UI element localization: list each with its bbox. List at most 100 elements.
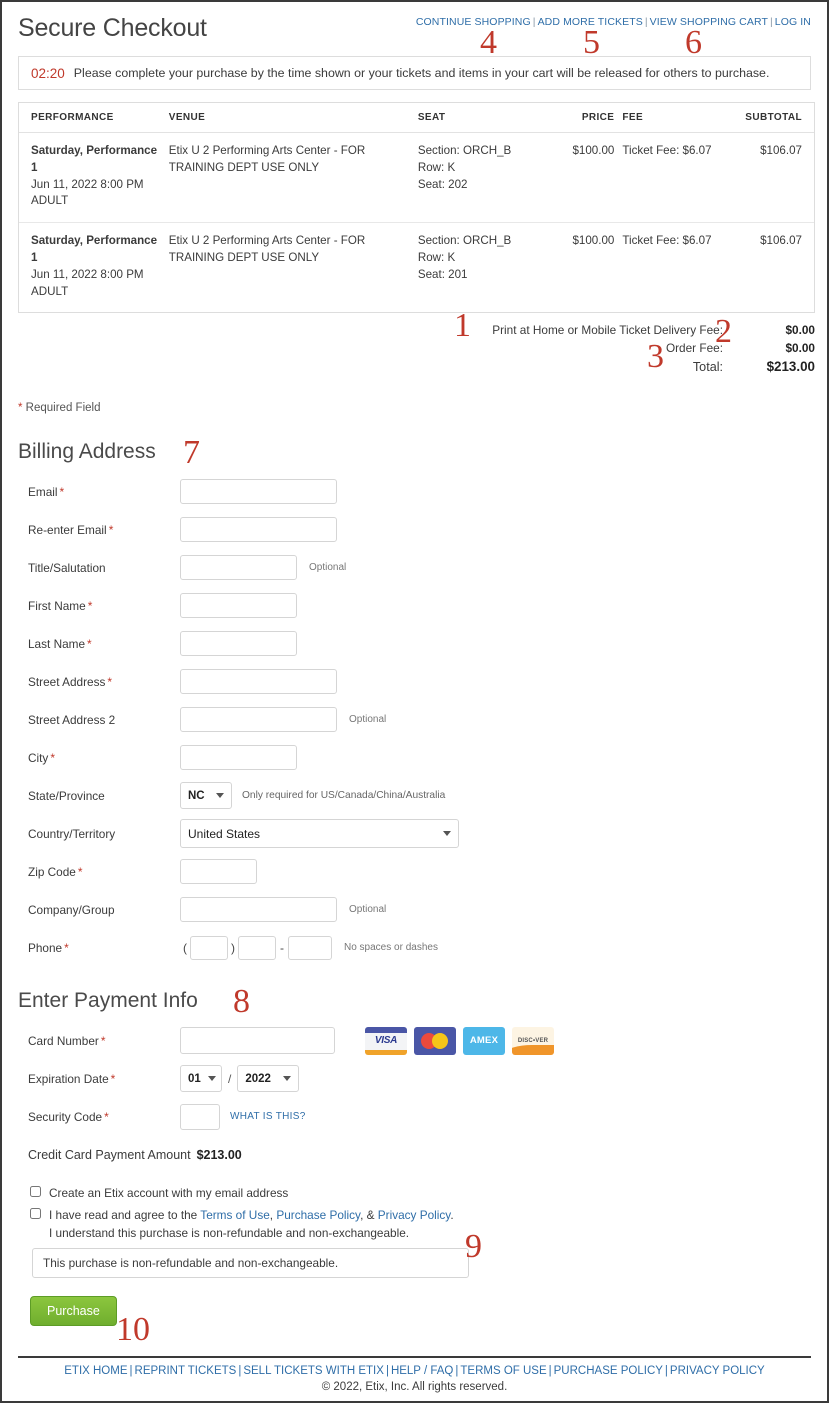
email-field[interactable] <box>180 479 337 505</box>
sell-tickets-link[interactable]: SELL TICKETS WITH ETIX <box>243 1365 384 1377</box>
card-number-field[interactable] <box>180 1027 335 1055</box>
discover-icon: DISC•VER <box>512 1026 554 1055</box>
cell-performance: Saturday, Performance 1 Jun 11, 2022 8:0… <box>19 132 169 224</box>
add-more-tickets-link[interactable]: ADD MORE TICKETS <box>538 16 643 28</box>
terms-prefix: I have read and agree to the <box>49 1207 201 1222</box>
cell-subtotal: $106.07 <box>732 132 814 224</box>
last-name-field[interactable] <box>180 631 297 657</box>
log-in-link[interactable]: LOG IN <box>775 16 811 28</box>
accepted-card-logos: VISA AMEX DISC•VER <box>365 1026 554 1055</box>
email-label: Email * <box>28 484 65 499</box>
terms-agreement-checkbox[interactable] <box>30 1207 41 1219</box>
mastercard-icon <box>414 1026 456 1055</box>
expiration-month-select[interactable]: 01 <box>180 1065 222 1093</box>
purchase-policy-link[interactable]: Purchase Policy <box>276 1208 360 1222</box>
continue-shopping-link[interactable]: CONTINUE SHOPPING <box>416 16 531 28</box>
nonrefundable-notice-box: This purchase is non-refundable and non-… <box>32 1248 469 1279</box>
street-address-2-field[interactable] <box>180 707 337 733</box>
chevron-down-icon <box>443 831 451 837</box>
field-row-first-name: First Name * <box>18 590 811 621</box>
ticket-summary-table: PERFORMANCE VENUE SEAT PRICE FEE SUBTOTA… <box>18 102 815 314</box>
checkout-timer-bar: 02:20 Please complete your purchase by t… <box>18 56 811 90</box>
required-asterisk: * <box>77 864 83 879</box>
header-nav-links: CONTINUE SHOPPING | ADD MORE TICKETS | VIEW … <box>416 16 811 28</box>
country-select[interactable]: United States <box>180 819 459 849</box>
expiration-separator: / <box>228 1071 232 1086</box>
delivery-fee-row: Print at Home or Mobile Ticket Delivery … <box>18 323 815 337</box>
privacy-policy-footer-link[interactable]: PRIVACY POLICY <box>670 1365 765 1377</box>
purchase-button[interactable]: Purchase <box>30 1296 117 1327</box>
privacy-policy-link[interactable]: Privacy Policy <box>378 1208 451 1222</box>
company-group-field[interactable] <box>180 897 337 923</box>
column-header-price: PRICE <box>547 103 623 133</box>
first-name-field[interactable] <box>180 593 297 619</box>
cell-price: $100.00 <box>547 132 623 224</box>
performance-date: Jun 11, 2022 8:00 PM <box>31 177 144 191</box>
annotation-number-10: 10 <box>116 1311 150 1348</box>
phone-line-field[interactable] <box>288 935 332 960</box>
country-selected-value: United States <box>188 826 261 841</box>
first-name-label: First Name * <box>28 598 93 613</box>
what-is-this-link[interactable]: WHAT IS THIS? <box>220 1111 306 1122</box>
field-row-email: Email * <box>18 476 811 507</box>
optional-hint: Optional <box>309 562 347 574</box>
street-address-field[interactable] <box>180 669 337 695</box>
etix-home-link[interactable]: ETIX HOME <box>64 1365 127 1377</box>
field-row-reenter-email: Re-enter Email * <box>18 514 811 545</box>
footer-links: ETIX HOME | REPRINT TICKETS | SELL TICKETS W… <box>18 1365 811 1377</box>
city-field[interactable] <box>180 745 297 771</box>
reenter-email-label: Re-enter Email * <box>28 522 114 537</box>
agreements-section: Create an Etix account with my email add… <box>18 1184 811 1279</box>
help-faq-link[interactable]: HELP / FAQ <box>391 1365 453 1377</box>
performance-type: ADULT <box>31 194 69 208</box>
cell-venue: Etix U 2 Performing Arts Center - FOR TR… <box>168 234 366 264</box>
field-row-company: Company/Group Optional <box>18 894 811 925</box>
required-asterisk: * <box>59 484 65 499</box>
billing-address-heading: Billing Address <box>18 440 156 464</box>
country-label: Country/Territory <box>28 826 116 841</box>
nav-separator: | <box>644 16 648 28</box>
seat-row: Row: K <box>417 160 456 174</box>
terms-of-use-link[interactable]: Terms of Use <box>200 1208 270 1222</box>
city-label: City * <box>28 750 55 765</box>
total-label: Total: <box>692 360 723 375</box>
performance-date: Jun 11, 2022 8:00 PM <box>31 267 144 281</box>
reenter-email-field[interactable] <box>180 517 337 543</box>
nav-separator: | <box>769 16 773 28</box>
footer-separator: | <box>548 1365 552 1377</box>
performance-title: Saturday, Performance 1 <box>31 144 158 174</box>
zip-code-field[interactable] <box>180 859 257 885</box>
timer-message: Please complete your purchase by the tim… <box>73 66 770 80</box>
field-row-street-address: Street Address * <box>18 666 811 697</box>
delivery-fee-label: Print at Home or Mobile Ticket Delivery … <box>492 323 723 338</box>
visa-icon: VISA <box>365 1026 407 1055</box>
view-shopping-cart-link[interactable]: VIEW SHOPPING CART <box>650 16 768 28</box>
required-asterisk: * <box>104 1109 109 1124</box>
column-header-seat: SEAT <box>417 103 548 133</box>
required-asterisk: * <box>64 940 69 955</box>
cell-subtotal: $106.07 <box>760 234 802 248</box>
expiration-year-select[interactable]: 2022 <box>237 1065 300 1093</box>
purchase-policy-footer-link[interactable]: PURCHASE POLICY <box>554 1365 663 1377</box>
cell-price: $100.00 <box>572 234 615 248</box>
terms-of-use-footer-link[interactable]: TERMS OF USE <box>460 1365 546 1377</box>
state-select[interactable]: NC <box>180 782 232 810</box>
phone-area-code-field[interactable] <box>190 935 228 960</box>
field-row-security-code: Security Code * WHAT IS THIS? <box>18 1101 811 1132</box>
create-account-label: Create an Etix account with my email add… <box>49 1186 289 1201</box>
page-footer: ETIX HOME | REPRINT TICKETS | SELL TICKETS W… <box>18 1356 811 1393</box>
phone-input-group: ( ) - <box>180 935 332 960</box>
phone-prefix-field[interactable] <box>238 935 276 960</box>
chevron-down-icon <box>207 1076 216 1082</box>
reprint-tickets-link[interactable]: REPRINT TICKETS <box>135 1365 237 1377</box>
optional-hint: Optional <box>349 904 387 916</box>
required-asterisk: * <box>110 1071 116 1086</box>
create-account-checkbox[interactable] <box>30 1186 41 1198</box>
total-value: $213.00 <box>766 359 815 375</box>
discover-label: DISC•VER <box>517 1037 549 1044</box>
phone-dash: - <box>280 940 284 955</box>
payment-amount-label: Credit Card Payment Amount <box>28 1148 191 1163</box>
title-salutation-field[interactable] <box>180 555 297 581</box>
title-salutation-label: Title/Salutation <box>28 560 106 575</box>
security-code-field[interactable] <box>180 1103 220 1130</box>
